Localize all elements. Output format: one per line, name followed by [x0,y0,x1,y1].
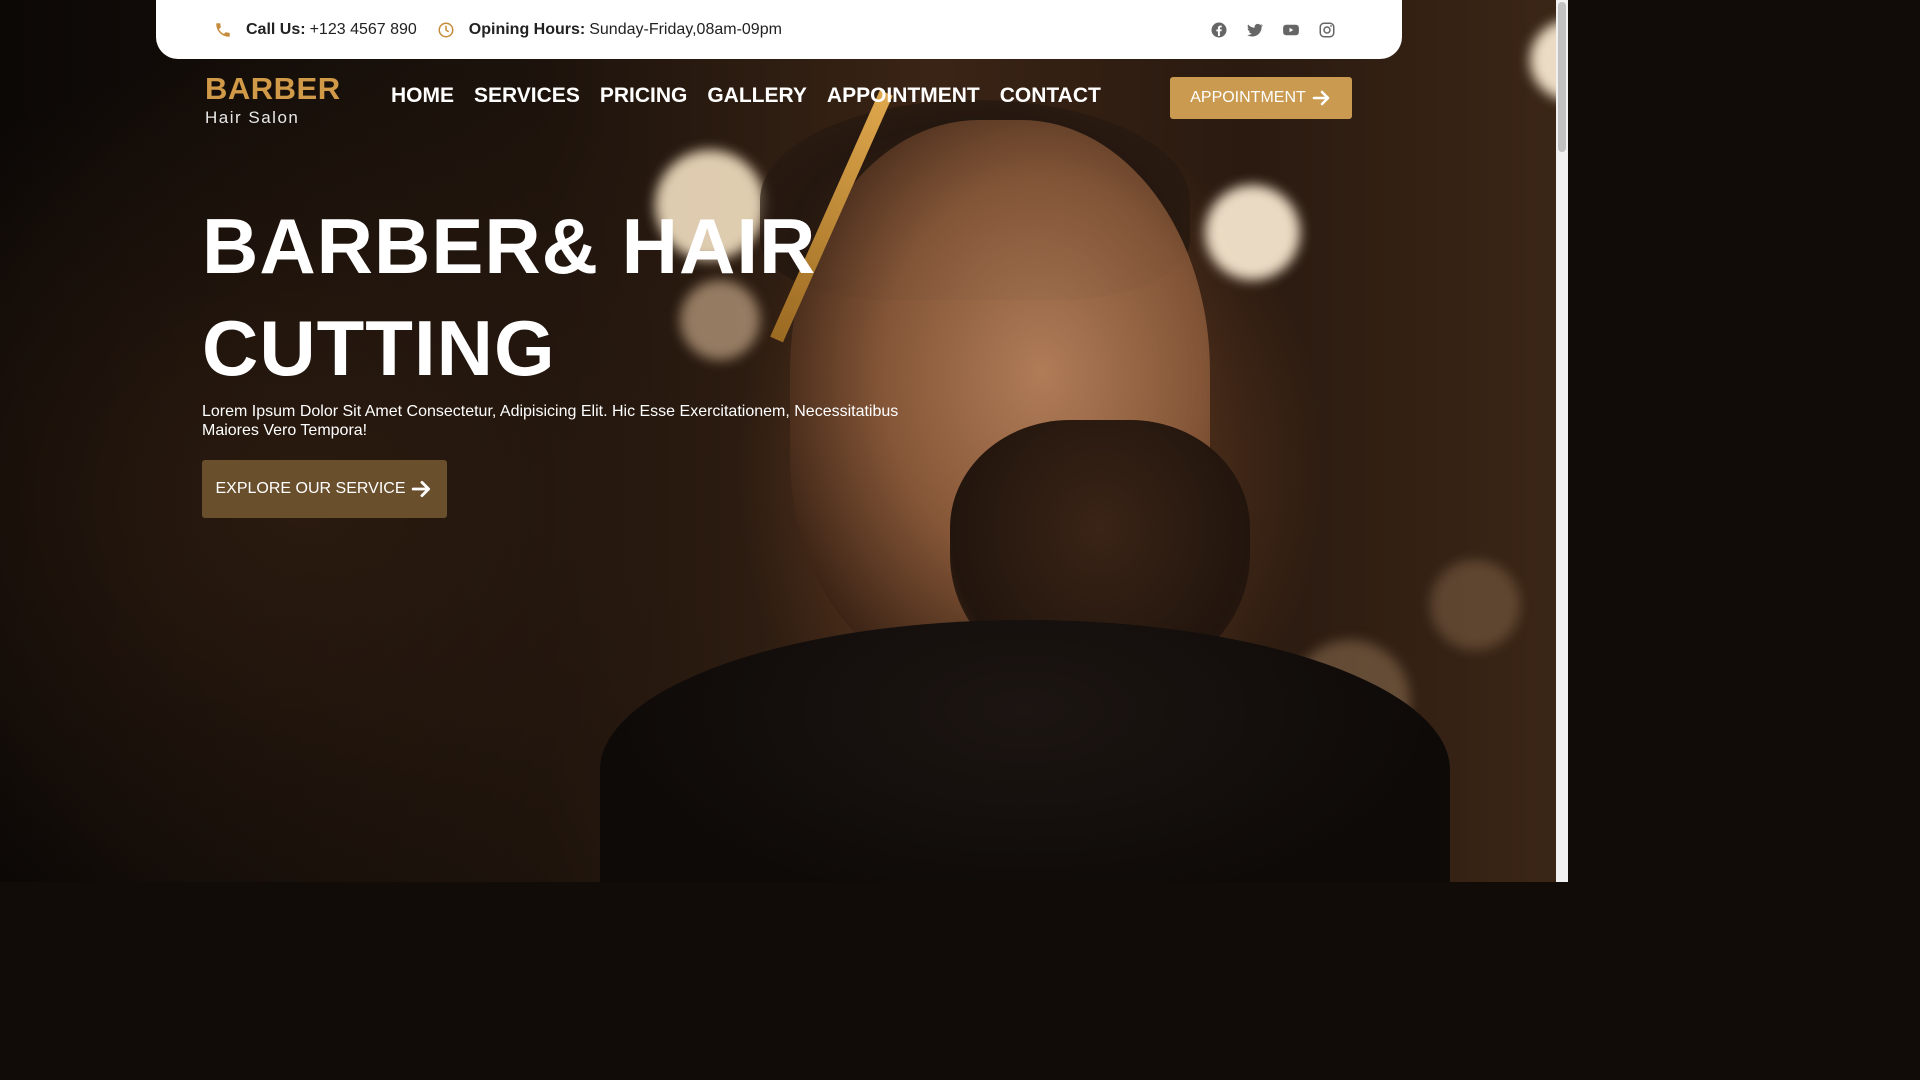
explore-button-label: EXPLORE OUR SERVICE [215,480,406,497]
hero-description: Lorem Ipsum Dolor Sit Amet Consectetur, … [202,403,899,439]
bokeh-light [1205,185,1300,280]
bokeh-light [1430,560,1520,650]
twitter-icon[interactable] [1246,21,1264,39]
scrollbar-thumb[interactable] [1558,2,1566,152]
main-nav: HOME SERVICES PRICING GALLERY APPOINTMEN… [391,84,1101,108]
social-links [1210,0,1336,59]
youtube-icon[interactable] [1282,21,1300,39]
nav-item-pricing[interactable]: PRICING [600,84,688,108]
site-logo[interactable]: BARBER Hair Salon [205,72,341,128]
hero-title: BARBER& HAIR CUTTING [202,195,962,399]
nav-item-gallery[interactable]: GALLERY [707,84,807,108]
nav-item-appointment[interactable]: APPOINTMENT [827,84,980,108]
arrow-right-icon [1312,89,1332,107]
facebook-icon[interactable] [1210,21,1228,39]
appointment-button[interactable]: APPOINTMENT [1170,77,1352,119]
nav-item-home[interactable]: HOME [391,84,454,108]
instagram-icon[interactable] [1318,21,1336,39]
bokeh-light [1530,20,1556,100]
hours-label: Opining Hours: [468,20,586,38]
hero-title-line-1: BARBER& HAIR [202,202,817,290]
nav-item-services[interactable]: SERVICES [474,84,580,108]
call-info: Call Us: +123 4567 890 [214,21,417,39]
top-info-bar: Call Us: +123 4567 890 Opining Hours: Su… [156,0,1402,59]
logo-title: BARBER [205,71,341,106]
clock-icon [437,21,455,39]
hours-value: Sunday-Friday,08am-09pm [589,20,782,38]
call-label: Call Us: [246,20,306,38]
call-number[interactable]: +123 4567 890 [310,21,417,39]
arrow-right-icon [411,479,433,499]
hours-info: Opining Hours: Sunday-Friday,08am-09pm [437,21,782,39]
logo-subtitle: Hair Salon [205,108,300,127]
hero-title-line-2: CUTTING [202,304,556,392]
page-scrollbar[interactable] [1556,0,1568,882]
phone-icon [214,21,232,39]
nav-item-contact[interactable]: CONTACT [1000,84,1101,108]
appointment-button-label: APPOINTMENT [1190,89,1306,106]
hero-background-image [0,0,1556,882]
explore-service-button[interactable]: EXPLORE OUR SERVICE [202,460,447,518]
